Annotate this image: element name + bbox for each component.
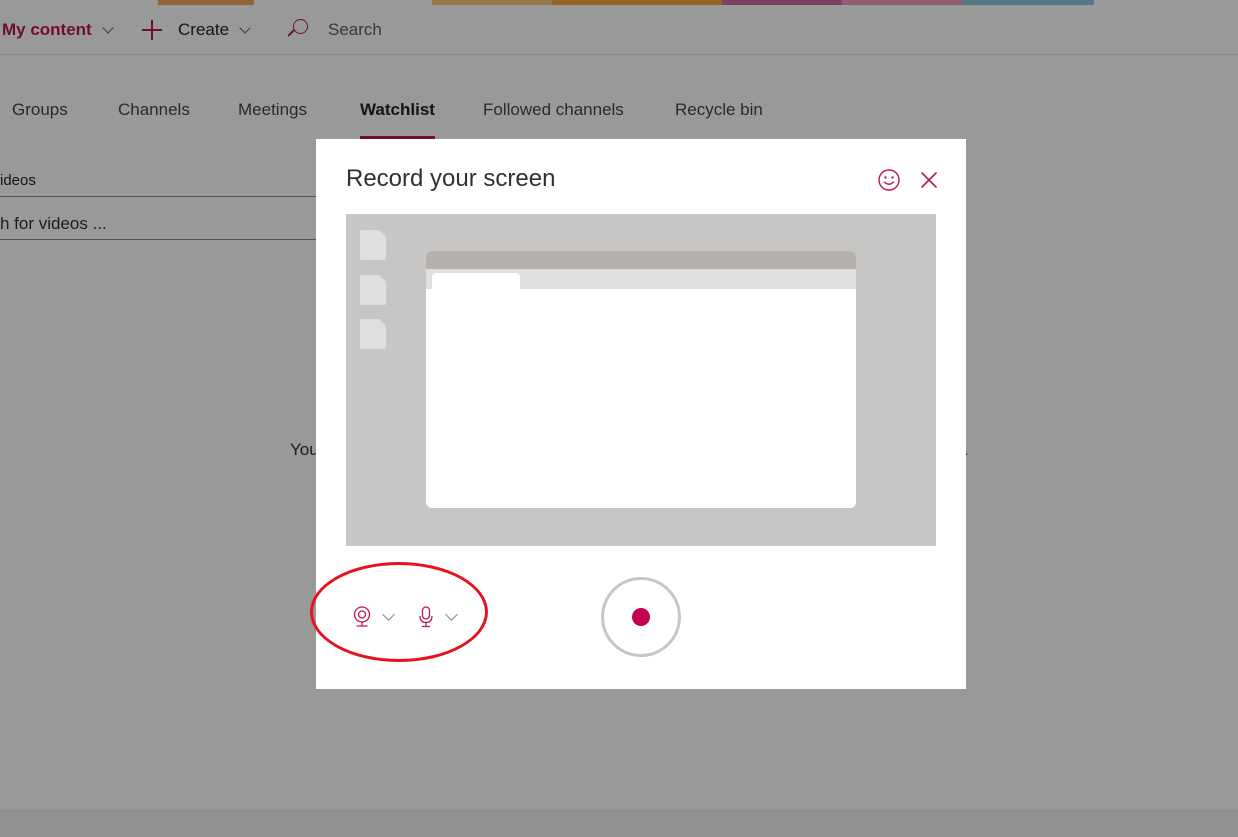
microphone-icon xyxy=(419,606,433,628)
microphone-toggle-button[interactable] xyxy=(417,597,458,637)
screen-preview xyxy=(346,214,936,546)
smiley-icon xyxy=(878,169,900,191)
file-icon xyxy=(360,230,386,260)
file-icon xyxy=(360,275,386,305)
record-screen-dialog: Record your screen xyxy=(310,139,966,689)
chevron-down-icon xyxy=(445,608,458,621)
media-controls xyxy=(352,597,458,637)
webcam-icon xyxy=(353,606,371,627)
chevron-down-icon xyxy=(382,608,395,621)
camera-toggle-button[interactable] xyxy=(352,597,395,637)
record-button[interactable] xyxy=(601,577,681,657)
feedback-button[interactable] xyxy=(876,167,902,193)
dialog-title: Record your screen xyxy=(346,165,556,192)
record-icon xyxy=(632,608,650,626)
close-button[interactable] xyxy=(916,167,942,193)
file-icon xyxy=(360,319,386,349)
close-icon xyxy=(921,172,937,188)
window-illustration xyxy=(426,251,856,508)
